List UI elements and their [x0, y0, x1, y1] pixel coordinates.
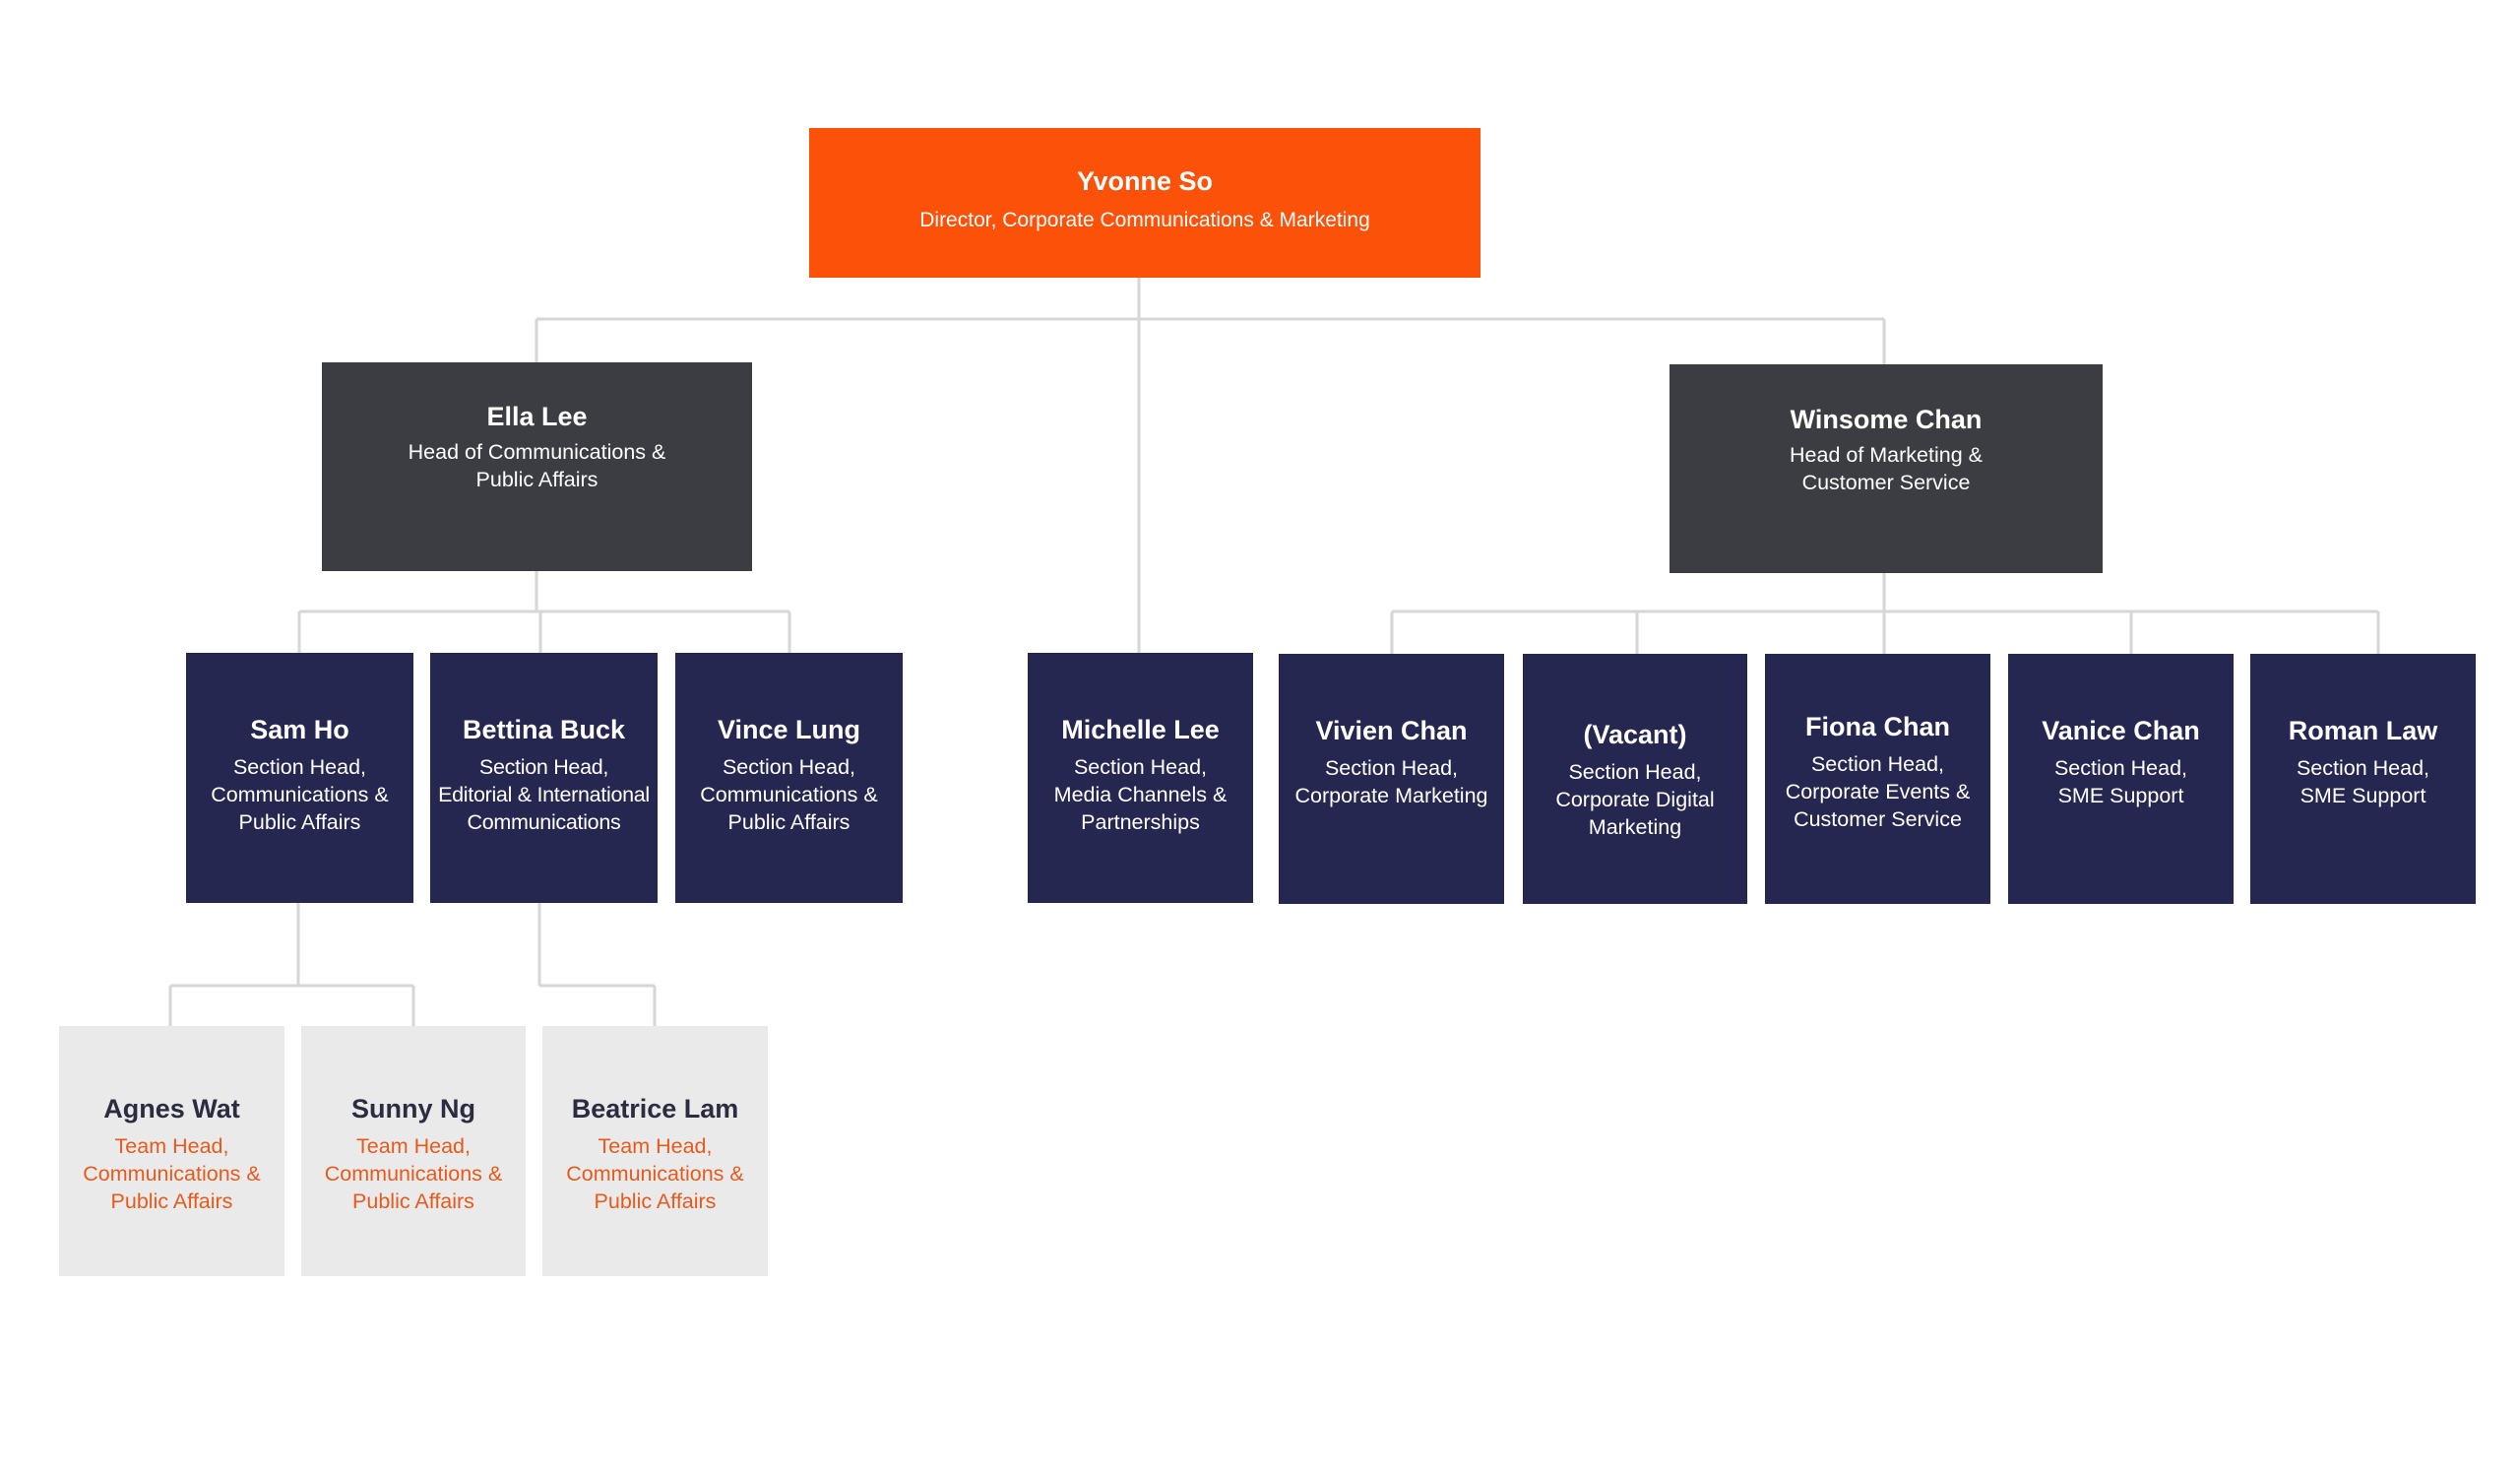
section-head-card-bettina-buck[interactable]: Bettina Buck Section Head, Editorial & I… — [430, 653, 658, 903]
head-card-winsome-chan[interactable]: Winsome Chan Head of Marketing & Custome… — [1670, 364, 2103, 573]
person-name: Yvonne So — [1076, 166, 1214, 196]
person-title: Section Head, Communications & Public Af… — [211, 755, 389, 834]
section-head-card-vacant[interactable]: (Vacant) Section Head, Corporate Digital… — [1523, 654, 1747, 904]
person-title: Section Head, SME Support — [2296, 756, 2430, 807]
person-name: Vivien Chan — [1315, 716, 1468, 745]
person-title: Section Head, Corporate Events & Custome… — [1785, 752, 1971, 831]
person-name: Agnes Wat — [103, 1094, 240, 1124]
person-name: Roman Law — [2288, 716, 2438, 745]
person-name: Vanice Chan — [2042, 716, 2200, 745]
team-head-card-beatrice-lam[interactable]: Beatrice Lam Team Head, Communications &… — [542, 1026, 768, 1276]
person-title: Team Head, Communications & Public Affai… — [83, 1134, 261, 1213]
person-name: Beatrice Lam — [571, 1094, 739, 1124]
head-card-ella-lee[interactable]: Ella Lee Head of Communications & Public… — [322, 362, 752, 571]
section-head-card-vince-lung[interactable]: Vince Lung Section Head, Communications … — [675, 653, 903, 903]
person-title: Team Head, Communications & Public Affai… — [566, 1134, 744, 1213]
person-title: Section Head, Corporate Digital Marketin… — [1555, 760, 1715, 839]
section-head-card-vanice-chan[interactable]: Vanice Chan Section Head, SME Support — [2008, 654, 2234, 904]
person-name: (Vacant) — [1583, 720, 1687, 749]
director-card[interactable]: Yvonne So Director, Corporate Communicat… — [809, 128, 1480, 278]
person-name: Ella Lee — [486, 402, 588, 431]
team-head-card-agnes-wat[interactable]: Agnes Wat Team Head, Communications & Pu… — [59, 1026, 284, 1276]
person-name: Winsome Chan — [1790, 405, 1983, 434]
person-name: Sam Ho — [250, 715, 349, 744]
person-title: Head of Communications & Public Affairs — [408, 440, 666, 491]
person-title: Section Head, Corporate Marketing — [1294, 756, 1488, 807]
section-head-card-vivien-chan[interactable]: Vivien Chan Section Head, Corporate Mark… — [1279, 654, 1504, 904]
person-title: Section Head, Editorial & International … — [438, 755, 650, 834]
section-head-card-fiona-chan[interactable]: Fiona Chan Section Head, Corporate Event… — [1765, 654, 1990, 904]
section-head-card-roman-law[interactable]: Roman Law Section Head, SME Support — [2250, 654, 2476, 904]
person-title: Section Head, Media Channels & Partnersh… — [1053, 755, 1228, 834]
person-name: Fiona Chan — [1805, 712, 1950, 741]
person-name: Michelle Lee — [1061, 715, 1220, 744]
team-head-card-sunny-ng[interactable]: Sunny Ng Team Head, Communications & Pub… — [301, 1026, 526, 1276]
person-title: Section Head, Communications & Public Af… — [700, 755, 878, 834]
person-name: Sunny Ng — [351, 1094, 475, 1124]
section-head-card-sam-ho[interactable]: Sam Ho Section Head, Communications & Pu… — [186, 653, 413, 903]
section-head-card-michelle-lee[interactable]: Michelle Lee Section Head, Media Channel… — [1028, 653, 1253, 903]
person-title: Head of Marketing & Customer Service — [1790, 443, 1983, 494]
person-name: Bettina Buck — [462, 715, 626, 744]
person-title: Director, Corporate Communications & Mar… — [919, 209, 1370, 231]
person-title: Section Head, SME Support — [2053, 756, 2188, 807]
person-title: Team Head, Communications & Public Affai… — [324, 1134, 503, 1213]
person-name: Vince Lung — [717, 715, 861, 744]
